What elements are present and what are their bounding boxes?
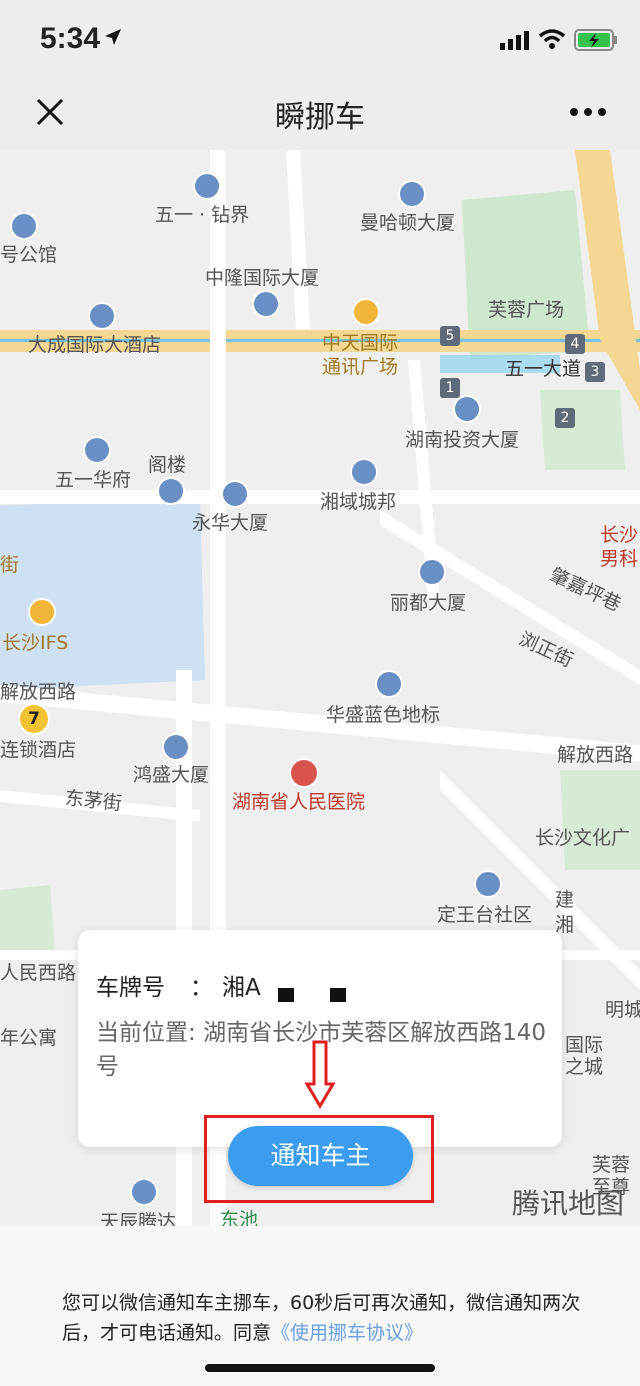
shopping-icon[interactable] xyxy=(352,298,380,326)
map-label: 华盛蓝色地标 xyxy=(326,704,441,726)
map-label: 中隆国际大厦 xyxy=(205,267,320,289)
more-dots-icon xyxy=(570,108,606,116)
map-label: 中天国际 xyxy=(322,332,399,354)
map-label: 曼哈顿大厦 xyxy=(360,212,456,234)
building-icon[interactable] xyxy=(193,172,221,200)
map-label: 东茅街 xyxy=(63,787,123,815)
metro-exit-badge: 1 xyxy=(440,378,460,398)
location-label: 当前位置: xyxy=(96,1020,196,1046)
map-label: 湖南投资大厦 xyxy=(405,429,520,451)
map-label: 之城 xyxy=(565,1056,604,1078)
building-icon[interactable] xyxy=(453,395,481,423)
map-label: 东池 xyxy=(220,1209,259,1226)
map-label: 年公寓 xyxy=(0,1027,58,1049)
hotel-icon[interactable] xyxy=(88,302,116,330)
map-label: 通讯广场 xyxy=(322,356,399,378)
hospital-icon[interactable] xyxy=(289,758,319,788)
building-icon[interactable] xyxy=(221,480,249,508)
map-label: 建 xyxy=(555,889,575,911)
plate-label: 车牌号 xyxy=(96,975,165,1001)
plate-colon: ： xyxy=(190,975,213,1001)
footer-notice: 您可以微信通知车主挪车，60秒后可再次通知，微信通知两次后，才可电话通知。同意《… xyxy=(62,1288,582,1348)
building-icon[interactable] xyxy=(162,733,190,761)
building-icon[interactable] xyxy=(157,477,185,505)
metro-exit-badge: 3 xyxy=(585,362,605,382)
map-label: 明城 xyxy=(605,999,640,1021)
map-label: 人民西路 xyxy=(0,962,77,984)
notify-owner-button[interactable]: 通知车主 xyxy=(228,1126,413,1186)
map-label: 长沙文化广 xyxy=(535,827,631,849)
home-icon[interactable] xyxy=(83,436,111,464)
more-button[interactable] xyxy=(566,92,610,132)
building-icon[interactable] xyxy=(398,180,426,208)
map-label: 五一大道 xyxy=(505,358,582,380)
map-label: 永华大厦 xyxy=(192,512,269,534)
map-label: 男科 xyxy=(600,548,639,570)
home-icon[interactable] xyxy=(350,458,378,486)
signal-icon xyxy=(500,31,529,50)
map-label: 湘域城邦 xyxy=(320,491,397,513)
map-label: 连锁酒店 xyxy=(0,739,77,761)
location-arrow-icon xyxy=(105,29,121,45)
metro-exit-badge: 4 xyxy=(565,334,585,354)
building-icon[interactable] xyxy=(252,290,280,318)
page-title: 瞬挪车 xyxy=(275,100,365,135)
map-label: 湖南省人民医院 xyxy=(232,791,366,813)
map-label: 长沙 xyxy=(600,524,639,546)
shopping-icon[interactable] xyxy=(28,598,56,626)
battery-icon xyxy=(574,29,617,51)
map-label: 五一华府 xyxy=(55,469,132,491)
status-bar: 5:34 xyxy=(0,0,640,80)
map-label: 解放西路 xyxy=(0,681,77,703)
nav-bar: 瞬挪车 xyxy=(0,80,640,150)
home-indicator[interactable] xyxy=(205,1364,435,1372)
map-label: 定王台社区 xyxy=(437,904,533,926)
map-label: 丽都大厦 xyxy=(390,592,467,614)
plate-value: 湘A xyxy=(222,975,261,1001)
footer: 您可以微信通知车主挪车，60秒后可再次通知，微信通知两次后，才可电话通知。同意《… xyxy=(0,1226,640,1386)
tencent-map-text: 腾讯地图 xyxy=(512,1187,625,1220)
map-label: 大成国际大酒店 xyxy=(28,334,162,356)
map-label: 长沙IFS xyxy=(2,632,69,654)
map-label: 街 xyxy=(0,554,20,576)
agreement-link[interactable]: 《使用挪车协议》 xyxy=(271,1322,423,1344)
redaction-mark xyxy=(330,988,346,1002)
hotel-icon[interactable] xyxy=(10,212,38,240)
map-label: 鸿盛大厦 xyxy=(133,764,210,786)
map-label: 天辰腾达 xyxy=(100,1211,177,1226)
metro-line-icon[interactable]: 7 xyxy=(18,703,50,735)
building-icon[interactable] xyxy=(375,670,403,698)
arrow-down-icon xyxy=(305,1040,335,1109)
metro-exit-badge: 5 xyxy=(440,326,460,346)
map-label: 号公馆 xyxy=(0,244,58,266)
map-label: 芙蓉广场 xyxy=(488,299,565,321)
building-icon[interactable] xyxy=(418,558,446,586)
redaction-mark xyxy=(278,988,294,1002)
map-label: 阁楼 xyxy=(148,454,187,476)
building-icon[interactable] xyxy=(130,1178,158,1206)
metro-exit-badge: 2 xyxy=(555,408,575,428)
map-label: 解放西路 xyxy=(557,744,634,766)
home-icon[interactable] xyxy=(474,870,502,898)
map-label: 五一 · 钻界 xyxy=(155,204,250,226)
status-time: 5:34 xyxy=(40,22,101,55)
wifi-icon xyxy=(538,29,566,49)
